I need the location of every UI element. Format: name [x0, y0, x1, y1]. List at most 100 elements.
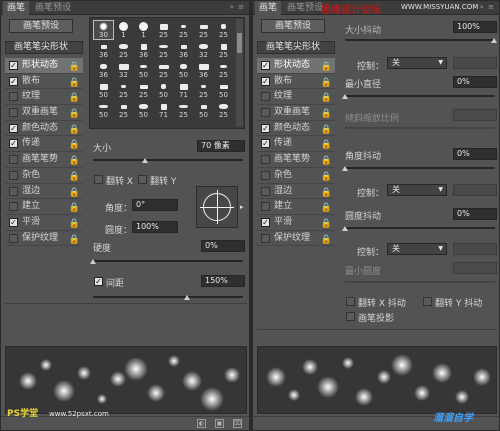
nav-item-protect-texture[interactable]: 保护纹理 🔒 [257, 231, 335, 247]
brush-tip-cell[interactable]: 50 [194, 101, 213, 119]
nav-item-transfer[interactable]: ✓ 传递 🔒 [5, 136, 83, 153]
brush-tip-cell[interactable]: 30 [93, 20, 114, 40]
spacing-slider-knob[interactable] [184, 295, 190, 300]
checkbox-icon[interactable]: ✓ [9, 76, 18, 86]
checkbox-icon[interactable] [261, 233, 270, 243]
hardness-slider[interactable] [93, 260, 243, 262]
checkbox-icon[interactable] [9, 155, 18, 165]
checkbox-icon[interactable]: ✓ [9, 61, 18, 70]
checkbox-icon[interactable] [9, 108, 18, 118]
brush-tip-cell[interactable]: 25 [114, 81, 133, 99]
nav-item-brush-pose[interactable]: 画笔笔势 🔒 [257, 152, 335, 168]
size-jitter-knob[interactable] [491, 38, 497, 43]
new-preset-icon[interactable]: ▣ [215, 419, 224, 428]
nav-item-dual-brush[interactable]: 双重画笔 🔒 [257, 105, 335, 121]
nav-item-smoothing[interactable]: ✓ 平滑 🔒 [257, 215, 335, 231]
brush-tip-cell[interactable]: 36 [94, 61, 113, 79]
brush-tip-cell[interactable]: 50 [94, 81, 113, 99]
brush-tip-cell[interactable]: 25 [174, 101, 193, 119]
checkbox-icon[interactable] [9, 202, 18, 212]
control-select-1[interactable]: 关 ▼ [387, 57, 447, 69]
brush-tip-cell[interactable]: 1 [134, 21, 153, 39]
flip-x-checkbox[interactable] [94, 175, 103, 184]
dial-arrow-icon[interactable]: ▸ [240, 203, 244, 211]
checkbox-icon[interactable] [9, 186, 18, 196]
size-slider[interactable] [93, 159, 243, 161]
angle-jitter-slider[interactable] [345, 167, 495, 169]
angle-field[interactable]: 0° [132, 199, 178, 211]
checkbox-icon[interactable] [261, 170, 270, 180]
nav-item-shape-dynamics[interactable]: ✓ 形状动态 🔒 [5, 58, 83, 74]
roundness-field[interactable]: 100% [132, 221, 178, 233]
nav-item-scattering[interactable]: ✓ 散布 🔒 [5, 74, 83, 90]
nav-item-build-up[interactable]: 建立 🔒 [257, 199, 335, 215]
min-diameter-slider[interactable] [345, 95, 495, 97]
nav-item-scattering[interactable]: ✓ 散布 🔒 [257, 74, 335, 90]
checkbox-icon[interactable] [261, 155, 270, 165]
brush-tip-cell[interactable]: 25 [214, 101, 233, 119]
checkbox-icon[interactable]: ✓ [261, 139, 270, 149]
nav-item-wet-edges[interactable]: 湿边 🔒 [257, 184, 335, 200]
brush-tip-cell[interactable]: 25 [154, 61, 173, 79]
brush-projection-checkbox[interactable] [346, 312, 355, 321]
brush-tip-cell[interactable]: 25 [214, 41, 233, 59]
brush-tip-cell[interactable]: 32 [114, 61, 133, 79]
nav-item-wet-edges[interactable]: 湿边 🔒 [5, 184, 83, 200]
nav-item-color-dynamics[interactable]: ✓ 颜色动态 🔒 [5, 121, 83, 137]
angle-jitter-field[interactable]: 0% [453, 148, 497, 160]
nav-brush-tip-shape[interactable]: 画笔笔尖形状 [5, 41, 83, 54]
checkbox-icon[interactable] [9, 92, 18, 102]
brush-tip-cell[interactable]: 25 [214, 61, 233, 79]
checkbox-icon[interactable] [261, 92, 270, 102]
nav-item-texture[interactable]: 纹理 🔒 [257, 89, 335, 106]
brush-tip-cell[interactable]: 50 [214, 81, 233, 99]
brush-tip-cell[interactable]: 36 [174, 41, 193, 59]
brush-tip-cell[interactable]: 50 [174, 61, 193, 79]
brush-presets-button[interactable]: 画笔预设 [9, 19, 73, 33]
control-select-2[interactable]: 关 ▼ [387, 184, 447, 196]
nav-item-dual-brush[interactable]: 双重画笔 🔒 [5, 105, 83, 121]
panel-menu-icon[interactable]: » ≡ [480, 3, 495, 11]
angle-roundness-dial[interactable] [196, 186, 238, 228]
brush-tip-cell[interactable]: 25 [154, 21, 173, 39]
nav-item-texture[interactable]: 纹理 🔒 [5, 89, 83, 106]
size-jitter-slider[interactable] [345, 39, 495, 41]
nav-item-smoothing[interactable]: ✓ 平滑 🔒 [5, 215, 83, 231]
brush-tip-cell[interactable]: 36 [94, 41, 113, 59]
lock-icon[interactable]: 🔒 [69, 233, 80, 248]
nav-item-brush-pose[interactable]: 画笔笔势 🔒 [5, 152, 83, 168]
brush-tip-cell[interactable]: 25 [114, 41, 133, 59]
nav-brush-tip-shape[interactable]: 画笔笔尖形状 [257, 41, 335, 54]
flip-x-jitter-checkbox[interactable] [346, 297, 355, 306]
checkbox-icon[interactable]: ✓ [261, 76, 270, 86]
hardness-field[interactable]: 0% [201, 240, 245, 252]
brush-presets-button[interactable]: 画笔预设 [261, 19, 325, 33]
brush-tip-cell[interactable]: 32 [194, 41, 213, 59]
nav-item-protect-texture[interactable]: 保护纹理 🔒 [5, 231, 83, 247]
brush-tip-cell[interactable]: 25 [194, 81, 213, 99]
tab-brush[interactable]: 画笔 [255, 1, 282, 15]
brush-tip-cell[interactable]: 71 [174, 81, 193, 99]
flip-y-jitter-checkbox[interactable] [423, 297, 432, 306]
brush-tip-cell[interactable]: 36 [194, 61, 213, 79]
spacing-field[interactable]: 150% [201, 275, 245, 287]
min-diameter-field[interactable]: 0% [453, 76, 497, 88]
checkbox-icon[interactable]: ✓ [9, 139, 18, 149]
checkbox-icon[interactable] [261, 202, 270, 212]
control-select-3[interactable]: 关 ▼ [387, 243, 447, 255]
lock-icon[interactable]: 🔒 [321, 233, 332, 248]
size-field[interactable]: 70 像素 [197, 140, 245, 152]
checkbox-icon[interactable] [261, 108, 270, 118]
panel-menu-icon[interactable]: » ≡ [230, 3, 245, 11]
spacing-slider[interactable] [93, 296, 243, 298]
checkbox-icon[interactable]: ✓ [261, 123, 270, 133]
nav-item-build-up[interactable]: 建立 🔒 [5, 199, 83, 215]
brush-tip-cell[interactable]: 25 [214, 21, 233, 39]
delete-icon[interactable]: ⌧ [233, 419, 242, 428]
size-jitter-field[interactable]: 100% [453, 21, 497, 33]
nav-item-noise[interactable]: 杂色 🔒 [5, 168, 83, 184]
checkbox-icon[interactable] [9, 233, 18, 243]
nav-item-noise[interactable]: 杂色 🔒 [257, 168, 335, 184]
brush-tip-cell[interactable]: 36 [134, 41, 153, 59]
tab-brush-presets[interactable]: 画笔预设 [31, 1, 75, 15]
